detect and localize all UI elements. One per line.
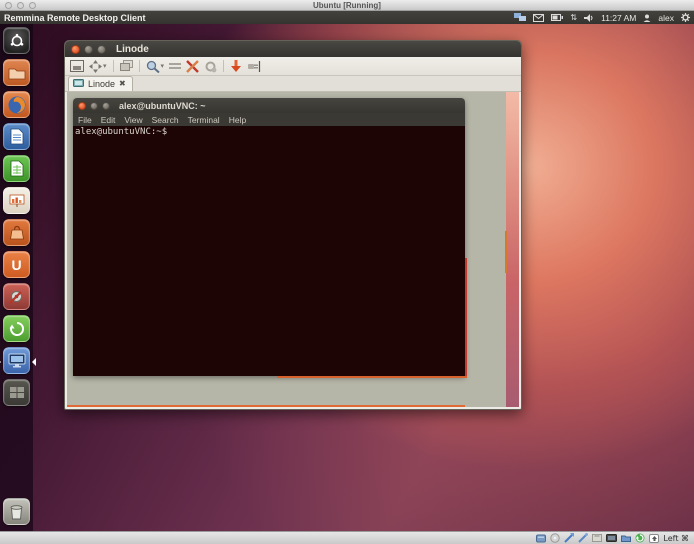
zoom-dropdown-icon[interactable]: ▾	[161, 62, 165, 70]
user-icon	[643, 14, 651, 22]
vnc-render-artifact-right	[465, 258, 467, 377]
vbox-features-icon[interactable]	[635, 533, 645, 543]
grab-keyboard-icon[interactable]	[247, 59, 261, 74]
vbox-floppy-icon[interactable]	[592, 534, 602, 542]
session-gear-icon[interactable]	[681, 13, 690, 22]
terminal-close-button[interactable]	[78, 102, 86, 110]
vbox-harddisk-icon[interactable]	[536, 534, 546, 543]
launcher-item-libreoffice-impress[interactable]	[3, 187, 30, 214]
tab-label: Linode	[88, 79, 115, 89]
panel-app-title: Remmina Remote Desktop Client	[0, 13, 146, 23]
terminal-menubar: File Edit View Search Terminal Help	[73, 113, 465, 126]
host-window-title: Ubuntu [Running]	[313, 0, 381, 11]
terminal-prompt: alex@ubuntuVNC:~$	[75, 127, 167, 137]
panel-indicators: ⇅ 11:27 AM alex	[514, 13, 694, 23]
ubuntu-one-glyph: U	[11, 258, 21, 272]
vbox-display-icon[interactable]	[606, 534, 617, 543]
launcher-item-dash-home[interactable]	[3, 27, 30, 54]
fullscreen-icon[interactable]	[70, 59, 84, 74]
terminal-window-title: alex@ubuntuVNC: ~	[119, 101, 206, 111]
virtualbox-statusbar: Left ⌘	[0, 531, 694, 544]
switch-tabs-icon[interactable]	[120, 59, 133, 74]
mail-icon[interactable]	[533, 14, 544, 22]
menu-help[interactable]: Help	[229, 115, 246, 125]
tab-linode[interactable]: Linode ✖	[68, 76, 133, 91]
launcher-item-home-folder[interactable]	[3, 59, 30, 86]
terminal-output[interactable]: alex@ubuntuVNC:~$	[73, 126, 465, 376]
vbox-usb-icon[interactable]	[578, 533, 588, 543]
remote-screens-icon[interactable]	[514, 13, 526, 22]
disconnect-icon[interactable]	[230, 59, 242, 74]
virtualbox-vm-screen: Ubuntu [Running] Remmina Remote Desktop …	[0, 0, 694, 544]
volume-icon[interactable]	[584, 14, 594, 22]
menu-file[interactable]: File	[78, 115, 92, 125]
toolbar-separator	[139, 60, 140, 72]
launcher-focused-arrow-left	[0, 358, 1, 366]
user-menu[interactable]: alex	[658, 13, 674, 23]
vnc-render-artifact-bottom	[277, 376, 467, 378]
terminal-minimize-button[interactable]	[90, 102, 98, 110]
remmina-tab-bar: Linode ✖	[65, 76, 521, 92]
network-traffic-icon[interactable]: ⇅	[570, 13, 577, 23]
vnc-viewport[interactable]: alex@ubuntuVNC: ~ File Edit View Search …	[67, 92, 519, 407]
remote-wallpaper-strip	[506, 92, 519, 407]
host-zoom-button[interactable]	[29, 2, 36, 9]
auto-fit-icon[interactable]: ▾	[89, 59, 107, 74]
remmina-close-button[interactable]	[71, 45, 80, 54]
remmina-window: Linode ▾ ▾	[64, 40, 522, 410]
toolbar-separator	[113, 60, 114, 72]
tools-icon[interactable]	[186, 59, 199, 74]
scaled-mode-icon[interactable]	[169, 59, 181, 74]
remote-terminal-window: alex@ubuntuVNC: ~ File Edit View Search …	[73, 98, 465, 376]
menu-terminal[interactable]: Terminal	[188, 115, 220, 125]
remmina-maximize-button[interactable]	[97, 45, 106, 54]
toolbar-separator	[223, 60, 224, 72]
host-minimize-button[interactable]	[17, 2, 24, 9]
battery-icon[interactable]	[551, 14, 563, 21]
launcher-item-remmina[interactable]	[3, 347, 30, 374]
terminal-titlebar[interactable]: alex@ubuntuVNC: ~	[73, 98, 465, 113]
clock[interactable]: 11:27 AM	[601, 13, 636, 23]
vbox-network-icon[interactable]	[564, 533, 574, 543]
unity-launcher: U	[0, 24, 33, 531]
tab-connection-icon	[73, 79, 84, 88]
auto-fit-dropdown-icon[interactable]: ▾	[103, 62, 107, 70]
desktop-wallpaper: U	[0, 24, 694, 531]
ubuntu-top-panel: Remmina Remote Desktop Client ⇅ 11:27 AM…	[0, 11, 694, 24]
launcher-item-firefox[interactable]	[3, 91, 30, 118]
vbox-hostkey-state-icon	[649, 534, 659, 543]
remote-wallpaper-artifact	[505, 231, 507, 273]
remmina-titlebar[interactable]: Linode	[65, 41, 521, 57]
remmina-minimize-button[interactable]	[84, 45, 93, 54]
vbox-hostkey-label: Left ⌘	[663, 534, 689, 543]
host-traffic-lights	[5, 2, 36, 9]
launcher-item-ubuntu-one[interactable]: U	[3, 251, 30, 278]
launcher-item-libreoffice-calc[interactable]	[3, 155, 30, 182]
launcher-item-libreoffice-writer[interactable]	[3, 123, 30, 150]
vbox-sharedfolders-icon[interactable]	[621, 534, 631, 542]
launcher-item-software-center[interactable]	[3, 219, 30, 246]
tab-close-icon[interactable]: ✖	[119, 80, 126, 88]
remmina-content-frame: alex@ubuntuVNC: ~ File Edit View Search …	[65, 92, 521, 409]
launcher-focused-arrow-right	[32, 358, 36, 366]
launcher-item-system-settings[interactable]	[3, 283, 30, 310]
vbox-optical-icon[interactable]	[550, 533, 560, 543]
host-window-titlebar: Ubuntu [Running]	[0, 0, 694, 11]
preferences-icon[interactable]	[204, 59, 217, 74]
zoom-icon[interactable]: ▾	[146, 59, 165, 74]
remmina-window-title: Linode	[116, 44, 149, 55]
menu-edit[interactable]: Edit	[101, 115, 116, 125]
menu-search[interactable]: Search	[152, 115, 179, 125]
launcher-item-workspace-switcher[interactable]	[3, 379, 30, 406]
menu-view[interactable]: View	[124, 115, 142, 125]
host-close-button[interactable]	[5, 2, 12, 9]
launcher-item-trash[interactable]	[3, 498, 30, 525]
terminal-maximize-button[interactable]	[102, 102, 110, 110]
launcher-item-update-manager[interactable]	[3, 315, 30, 342]
remmina-toolbar: ▾ ▾	[65, 57, 521, 76]
remote-wallpaper-bottom-line	[67, 405, 465, 407]
